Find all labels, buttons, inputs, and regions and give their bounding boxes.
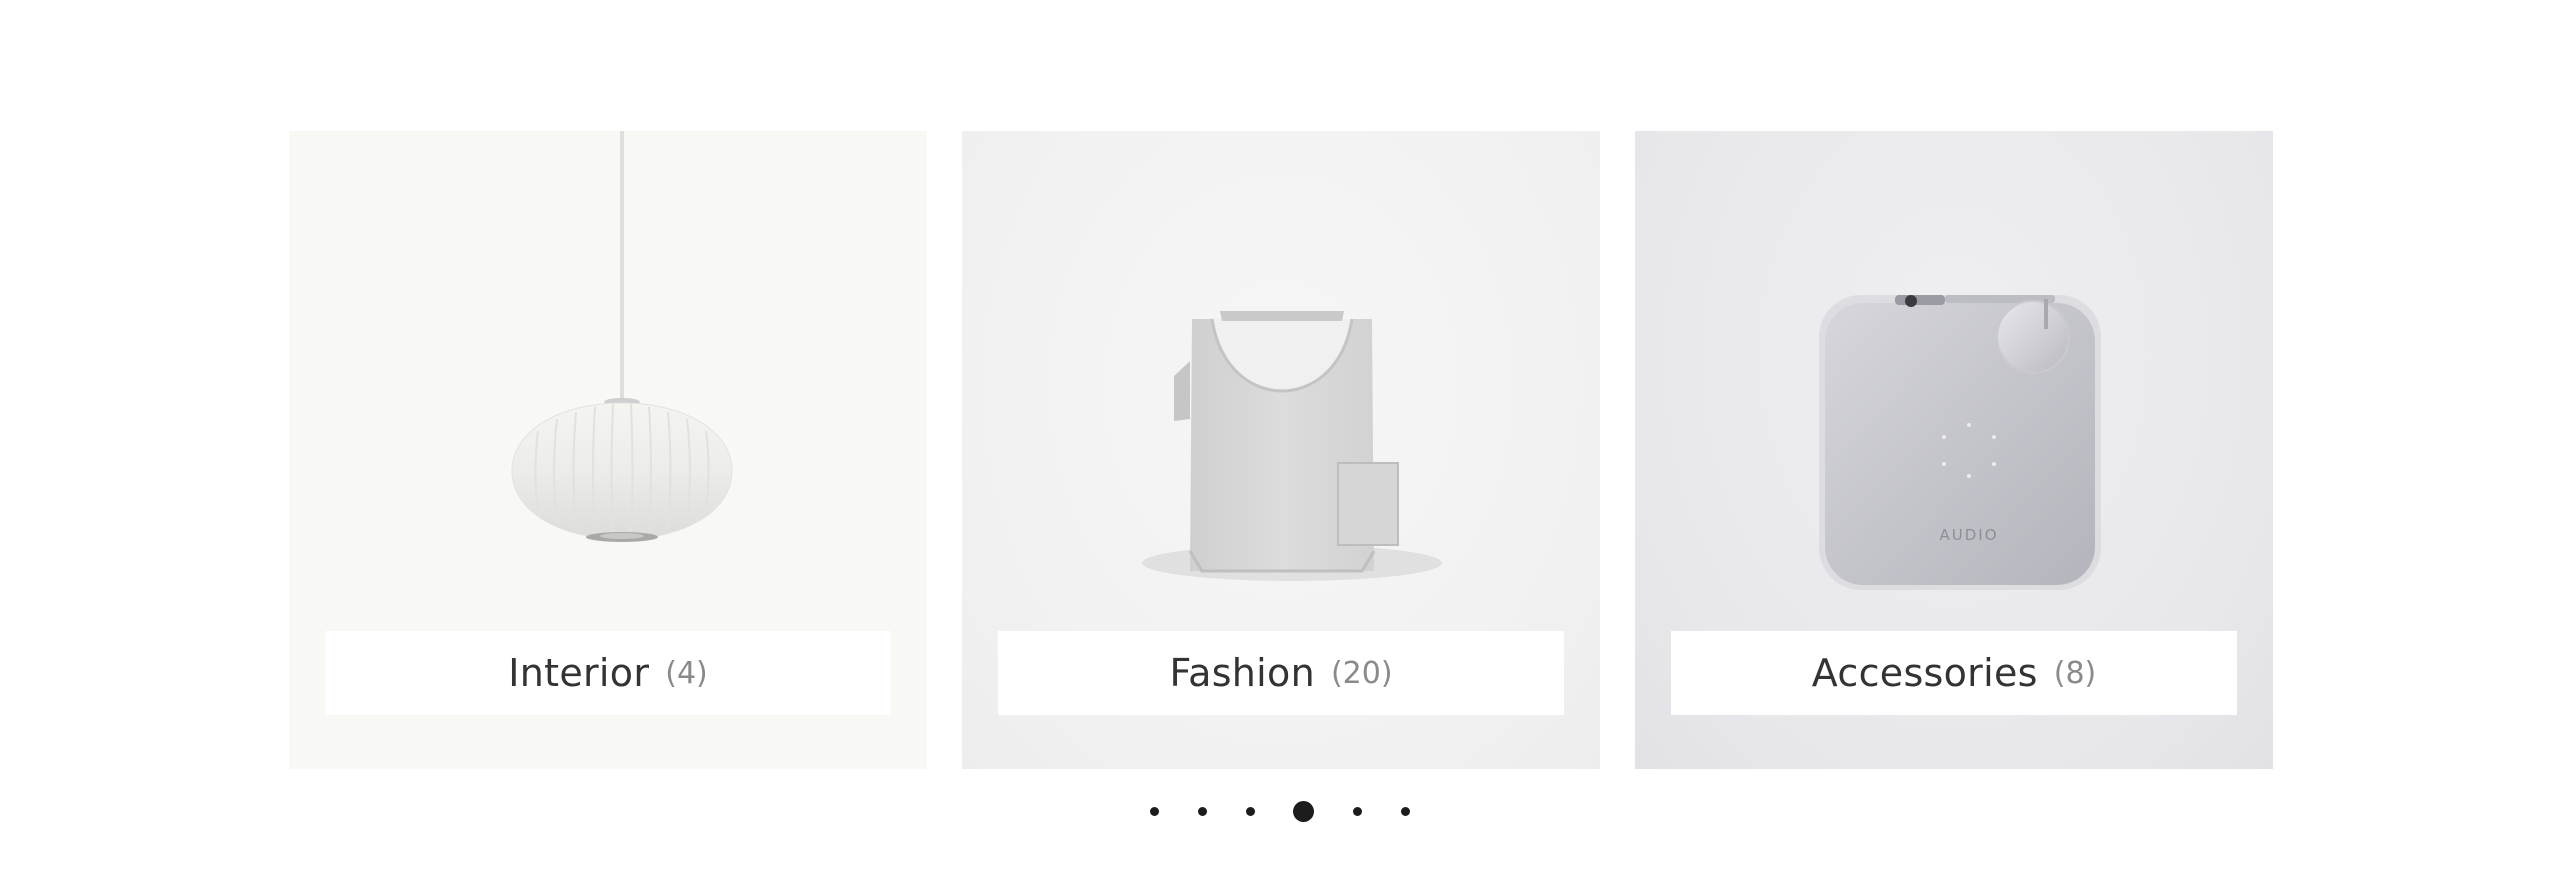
category-card-interior[interactable]: Interior (4) bbox=[289, 131, 927, 769]
category-label: Interior (4) bbox=[325, 631, 891, 715]
pagination-dot-5[interactable] bbox=[1353, 806, 1363, 816]
carousel-pagination bbox=[1150, 798, 1410, 824]
category-label: Accessories (8) bbox=[1671, 631, 2237, 715]
pagination-dot-1[interactable] bbox=[1150, 806, 1159, 816]
pagination-dot-3[interactable] bbox=[1245, 806, 1255, 816]
pagination-dot-4-active[interactable] bbox=[1293, 800, 1315, 822]
category-label: Fashion (20) bbox=[998, 631, 1564, 715]
carousel-slides: Interior (4) Fashion (20) AUDIO Accessor… bbox=[289, 131, 2273, 769]
category-count: (20) bbox=[1330, 655, 1393, 691]
category-count: (8) bbox=[2053, 655, 2097, 691]
pagination-dot-6[interactable] bbox=[1400, 806, 1410, 816]
category-name: Fashion bbox=[1169, 651, 1315, 695]
pagination-dot-2[interactable] bbox=[1197, 806, 1207, 816]
category-count: (4) bbox=[665, 655, 708, 691]
audio-device-label: AUDIO bbox=[1939, 526, 1998, 544]
category-carousel: Interior (4) Fashion (20) AUDIO Accessor… bbox=[0, 0, 2560, 890]
category-card-fashion[interactable]: Fashion (20) bbox=[962, 131, 1600, 769]
category-name: Interior bbox=[508, 651, 650, 695]
category-name: Accessories bbox=[1811, 651, 2038, 695]
category-card-accessories[interactable]: AUDIO Accessories (8) bbox=[1635, 131, 2273, 769]
